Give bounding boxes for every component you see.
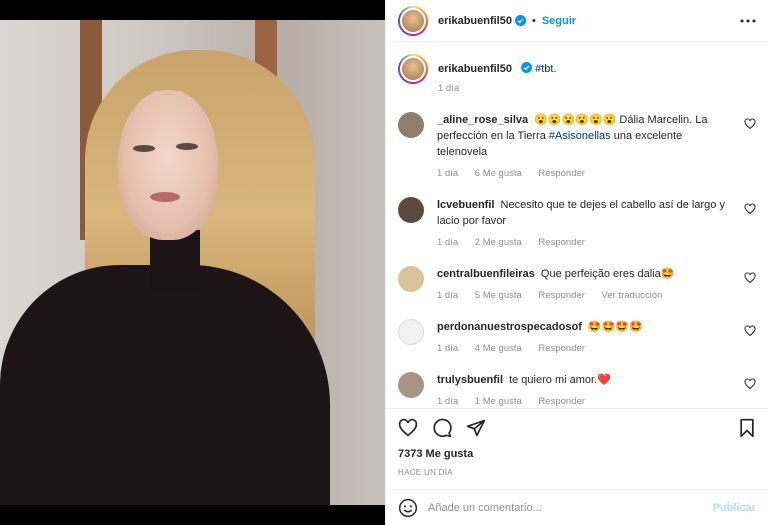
post-actions-bar — [386, 408, 768, 446]
publish-button[interactable]: Publicar — [713, 502, 756, 514]
comments-scroll-area[interactable]: erikabuenfil50 #tbt. 1 día _aline_rose_s… — [386, 42, 768, 408]
like-comment-icon[interactable] — [744, 118, 756, 130]
post-dialog: erikabuenfil50 • Seguir erikabuenfil50 #… — [0, 0, 768, 525]
comment-input[interactable] — [428, 501, 713, 514]
comment-hashtag[interactable]: #Asisonellas — [549, 130, 611, 142]
comment-username[interactable]: _aline_rose_silva — [437, 114, 528, 126]
comment-item: trulysbuenfil te quiero mi amor.❤️ 1 día… — [398, 372, 756, 407]
comment-time: 1 día — [437, 237, 459, 248]
reply-button[interactable]: Responder — [538, 290, 584, 301]
comment-username[interactable]: trulysbuenfil — [437, 374, 503, 386]
share-icon[interactable] — [466, 418, 486, 438]
follow-button[interactable]: Seguir — [542, 15, 576, 27]
comment-time: 1 día — [437, 343, 459, 354]
commenter-avatar[interactable] — [398, 372, 424, 398]
comment-item: centralbuenfileiras Que perfeição eres d… — [398, 266, 756, 301]
post-photo — [0, 20, 385, 505]
comment-likes[interactable]: 5 Me gusta — [475, 290, 522, 301]
post-side-panel: erikabuenfil50 • Seguir erikabuenfil50 #… — [385, 0, 768, 525]
author-username[interactable]: erikabuenfil50 — [438, 15, 512, 27]
comment-username[interactable]: lcvebuenfil — [437, 199, 494, 211]
verified-badge-icon — [514, 15, 526, 26]
like-comment-icon[interactable] — [744, 325, 756, 337]
reply-button[interactable]: Responder — [538, 396, 584, 407]
comment-likes[interactable]: 6 Me gusta — [475, 168, 522, 179]
post-caption: erikabuenfil50 #tbt. 1 día — [398, 54, 756, 94]
caption-hashtag[interactable]: #tbt. — [535, 63, 556, 75]
verified-badge-icon — [521, 62, 533, 73]
emoji-icon[interactable] — [398, 498, 418, 518]
likes-count[interactable]: 7373 Me gusta — [386, 448, 768, 460]
comment-list: _aline_rose_silva 😮😮😮😮😮😮 Dália Marcelin.… — [398, 112, 756, 407]
comment-username[interactable]: perdonanuestrospecadosof — [437, 321, 582, 333]
caption-username[interactable]: erikabuenfil50 — [438, 63, 512, 75]
commenter-avatar[interactable] — [398, 266, 424, 292]
comment-likes[interactable]: 2 Me gusta — [475, 237, 522, 248]
post-timestamp: HACE UN DÍA — [398, 468, 453, 477]
comment-item: perdonanuestrospecadosof 🤩🤩🤩🤩 1 día 4 Me… — [398, 319, 756, 354]
comment-icon[interactable] — [432, 418, 452, 438]
caption-author-avatar[interactable] — [398, 54, 428, 84]
bookmark-icon[interactable] — [738, 418, 756, 438]
post-header: erikabuenfil50 • Seguir — [386, 0, 768, 42]
reply-button[interactable]: Responder — [538, 168, 584, 179]
like-comment-icon[interactable] — [744, 203, 756, 215]
comment-text: te quiero mi amor.❤️ — [509, 374, 611, 386]
commenter-avatar[interactable] — [398, 112, 424, 138]
commenter-avatar[interactable] — [398, 319, 424, 345]
comment-text: 🤩🤩🤩🤩 — [587, 321, 643, 333]
reply-button[interactable]: Responder — [538, 237, 584, 248]
reply-button[interactable]: Responder — [538, 343, 584, 354]
more-options-icon[interactable] — [740, 19, 756, 23]
comment-text: Que perfeição eres dalia🤩 — [540, 268, 675, 280]
comment-time: 1 día — [437, 168, 459, 179]
comment-emoji: 😮😮😮😮😮😮 — [534, 114, 617, 126]
comment-likes[interactable]: 1 Me gusta — [475, 396, 522, 407]
comment-item: lcvebuenfil Necesito que te dejes el cab… — [398, 197, 756, 248]
comment-time: 1 día — [437, 290, 459, 301]
translate-button[interactable]: Ver traducción — [602, 290, 663, 301]
add-comment-bar: Publicar — [386, 489, 768, 525]
post-media[interactable] — [0, 0, 385, 525]
commenter-avatar[interactable] — [398, 197, 424, 223]
comment-likes[interactable]: 4 Me gusta — [475, 343, 522, 354]
header-dot-separator: • — [531, 14, 536, 27]
caption-time: 1 día — [438, 83, 460, 94]
like-comment-icon[interactable] — [744, 378, 756, 390]
heart-icon[interactable] — [398, 418, 418, 438]
like-comment-icon[interactable] — [744, 272, 756, 284]
comment-item: _aline_rose_silva 😮😮😮😮😮😮 Dália Marcelin.… — [398, 112, 756, 179]
comment-time: 1 día — [437, 396, 459, 407]
comment-username[interactable]: centralbuenfileiras — [437, 268, 535, 280]
author-avatar[interactable] — [398, 5, 428, 36]
